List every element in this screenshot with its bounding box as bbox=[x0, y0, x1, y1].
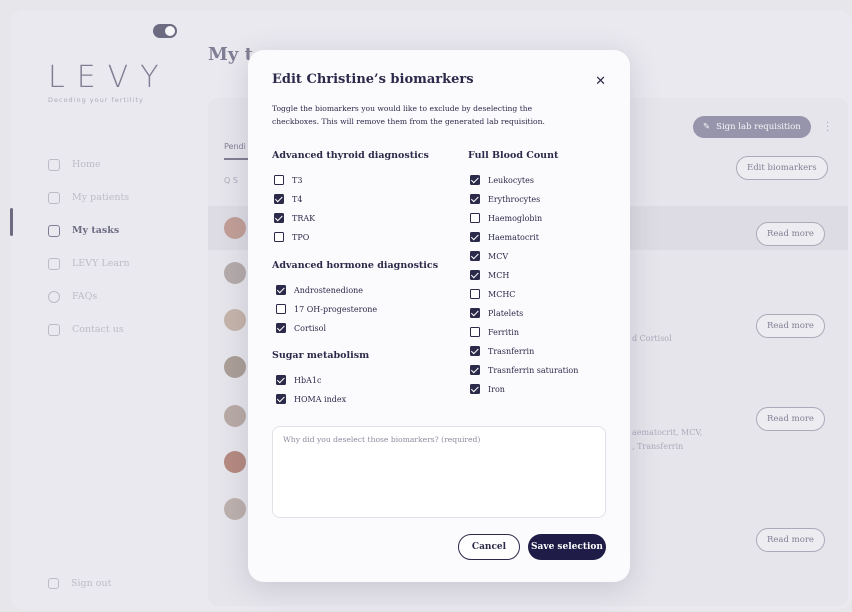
checkbox-platelets[interactable]: Platelets bbox=[470, 306, 523, 320]
checkbox-transferrin[interactable]: Trasnferrin bbox=[470, 344, 534, 358]
dialog-title: Edit Christine’s biomarkers bbox=[272, 72, 474, 87]
checkbox-box[interactable] bbox=[274, 232, 284, 242]
checkbox-haematocrit[interactable]: Haematocrit bbox=[470, 230, 539, 244]
checkbox-box[interactable] bbox=[470, 213, 480, 223]
checkbox-label: Haematocrit bbox=[488, 232, 539, 242]
checkbox-box[interactable] bbox=[470, 346, 480, 356]
checkbox-leukocytes[interactable]: Leukocytes bbox=[470, 173, 534, 187]
deselect-reason-textarea[interactable]: Why did you deselect those biomarkers? (… bbox=[272, 426, 606, 518]
checkbox-17-oh-progesterone[interactable]: 17 OH-progesterone bbox=[276, 302, 377, 316]
checkbox-box[interactable] bbox=[276, 394, 286, 404]
checkbox-tpo[interactable]: TPO bbox=[274, 230, 309, 244]
checkbox-box[interactable] bbox=[470, 194, 480, 204]
checkbox-box[interactable] bbox=[276, 323, 286, 333]
checkbox-box[interactable] bbox=[276, 304, 286, 314]
checkbox-haemoglobin[interactable]: Haemoglobin bbox=[470, 211, 542, 225]
checkbox-label: MCH bbox=[488, 270, 510, 280]
checkbox-box[interactable] bbox=[274, 194, 284, 204]
dialog-description: Toggle the biomarkers you would like to … bbox=[272, 104, 545, 126]
checkbox-label: TPO bbox=[292, 232, 310, 242]
checkbox-box[interactable] bbox=[470, 327, 480, 337]
close-icon[interactable]: ✕ bbox=[595, 74, 606, 89]
checkbox-label: Erythrocytes bbox=[488, 194, 541, 204]
checkbox-box[interactable] bbox=[470, 308, 480, 318]
checkbox-label: Iron bbox=[488, 384, 505, 394]
checkbox-box[interactable] bbox=[274, 213, 284, 223]
checkbox-label: MCHC bbox=[488, 289, 516, 299]
checkbox-iron[interactable]: Iron bbox=[470, 382, 505, 396]
checkbox-trak[interactable]: TRAK bbox=[274, 211, 315, 225]
checkbox-box[interactable] bbox=[470, 365, 480, 375]
checkbox-mchc[interactable]: MCHC bbox=[470, 287, 515, 301]
save-selection-button[interactable]: Save selection bbox=[528, 534, 606, 560]
checkbox-label: HOMA index bbox=[294, 394, 347, 404]
checkbox-box[interactable] bbox=[274, 175, 284, 185]
checkbox-ferritin[interactable]: Ferritin bbox=[470, 325, 519, 339]
checkbox-box[interactable] bbox=[470, 232, 480, 242]
checkbox-label: Haemoglobin bbox=[488, 213, 543, 223]
checkbox-label: T3 bbox=[292, 175, 303, 185]
checkbox-label: Trasnferrin saturation bbox=[488, 365, 579, 375]
checkbox-label: 17 OH-progesterone bbox=[294, 304, 378, 314]
checkbox-label: T4 bbox=[292, 194, 303, 204]
checkbox-mcv[interactable]: MCV bbox=[470, 249, 508, 263]
checkbox-box[interactable] bbox=[470, 175, 480, 185]
checkbox-androstenedione[interactable]: Androstenedione bbox=[276, 283, 363, 297]
checkbox-label: Platelets bbox=[488, 308, 524, 318]
checkbox-box[interactable] bbox=[276, 375, 286, 385]
checkbox-t3[interactable]: T3 bbox=[274, 173, 302, 187]
checkbox-t4[interactable]: T4 bbox=[274, 192, 302, 206]
group-title-hormone: Advanced hormone diagnostics bbox=[272, 260, 439, 271]
group-title-blood: Full Blood Count bbox=[468, 150, 559, 161]
checkbox-label: Cortisol bbox=[294, 323, 327, 333]
cancel-button[interactable]: Cancel bbox=[458, 534, 520, 560]
checkbox-box[interactable] bbox=[470, 251, 480, 261]
checkbox-label: TRAK bbox=[292, 213, 316, 223]
checkbox-label: Androstenedione bbox=[294, 285, 364, 295]
checkbox-box[interactable] bbox=[470, 384, 480, 394]
checkbox-label: Trasnferrin bbox=[488, 346, 535, 356]
checkbox-box[interactable] bbox=[470, 270, 480, 280]
checkbox-erythrocytes[interactable]: Erythrocytes bbox=[470, 192, 540, 206]
edit-biomarkers-dialog: Edit Christine’s biomarkers ✕ Toggle the… bbox=[248, 50, 630, 582]
checkbox-label: Leukocytes bbox=[488, 175, 534, 185]
checkbox-hba1c[interactable]: HbA1c bbox=[276, 373, 321, 387]
checkbox-homa-index[interactable]: HOMA index bbox=[276, 392, 346, 406]
checkbox-mch[interactable]: MCH bbox=[470, 268, 509, 282]
checkbox-cortisol[interactable]: Cortisol bbox=[276, 321, 326, 335]
checkbox-label: MCV bbox=[488, 251, 509, 261]
checkbox-box[interactable] bbox=[470, 289, 480, 299]
checkbox-transferrin-saturation[interactable]: Trasnferrin saturation bbox=[470, 363, 578, 377]
checkbox-label: Ferritin bbox=[488, 327, 519, 337]
group-title-sugar: Sugar metabolism bbox=[272, 350, 370, 361]
checkbox-box[interactable] bbox=[276, 285, 286, 295]
checkbox-label: HbA1c bbox=[294, 375, 322, 385]
group-title-thyroid: Advanced thyroid diagnostics bbox=[272, 150, 429, 161]
